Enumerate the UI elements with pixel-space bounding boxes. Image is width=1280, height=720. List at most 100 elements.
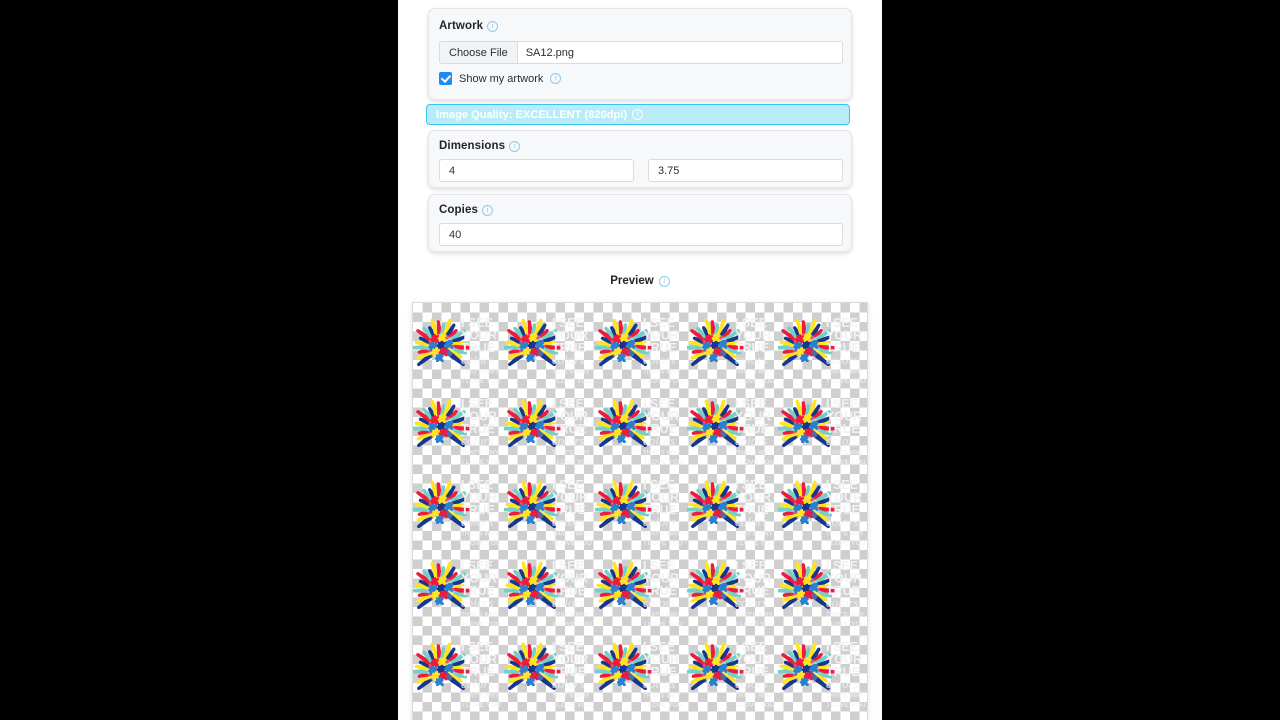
page-content: Artwork Choose File SA12.png Show my art… [398, 0, 882, 720]
artwork-tile: I SEEYOURTRUEcolorsTHAT'S WHYI LOVE YOU [413, 469, 504, 550]
artwork-panel: Artwork Choose File SA12.png Show my art… [428, 8, 852, 100]
dimension-width-input[interactable]: 4 [439, 159, 634, 182]
svg-text:THAT'S WHY: THAT'S WHY [826, 530, 865, 537]
svg-text:I LOVE YOU: I LOVE YOU [827, 378, 866, 385]
letterbox-left [0, 0, 398, 720]
info-icon[interactable] [481, 204, 493, 216]
svg-text:THAT'S WHY: THAT'S WHY [461, 530, 500, 537]
artwork-file-input[interactable]: Choose File SA12.png [439, 41, 843, 64]
svg-text:THAT'S WHY: THAT'S WHY [461, 611, 500, 618]
copies-panel: Copies 40 [428, 194, 852, 252]
artwork-tile: I SEEYOURTRUEcolorsTHAT'S WHYI LOVE YOU [686, 631, 778, 712]
artwork-tile: I SEEYOURTRUEcolorsTHAT'S WHYI LOVE YOU [778, 712, 867, 720]
svg-text:THAT'S WHY: THAT'S WHY [826, 611, 865, 618]
svg-text:I LOVE YOU: I LOVE YOU [644, 702, 683, 709]
preview-canvas[interactable]: I SEE YOUR TRUE colors THAT'S WHY I LOVE YOU I… [412, 302, 868, 720]
screen: Artwork Choose File SA12.png Show my art… [0, 0, 1280, 720]
show-artwork-label: Show my artwork [459, 72, 544, 85]
dimensions-title: Dimensions [439, 140, 506, 152]
svg-text:THAT'S WHY: THAT'S WHY [461, 368, 500, 375]
svg-text:THAT'S WHY: THAT'S WHY [826, 449, 865, 456]
artwork-tile: I SEEYOURTRUEcolorsTHAT'S WHYI LOVE YOU [413, 388, 504, 469]
svg-text:I LOVE YOU: I LOVE YOU [462, 378, 501, 385]
copies-title: Copies [439, 204, 478, 216]
svg-text:colors: colors [643, 433, 675, 448]
svg-text:THAT'S WHY: THAT'S WHY [643, 449, 682, 456]
svg-text:THAT'S WHY: THAT'S WHY [826, 692, 865, 699]
info-icon[interactable] [658, 275, 670, 287]
artwork-tile: I SEEYOURTRUEcolorsTHAT'S WHYI LOVE YOU [686, 550, 778, 631]
artwork-tile: I SEEYOURTRUEcolorsTHAT'S WHYI LOVE YOU [777, 550, 867, 631]
svg-text:THAT'S WHY: THAT'S WHY [552, 368, 591, 375]
svg-text:THAT'S WHY: THAT'S WHY [643, 611, 682, 618]
artwork-tile: I SEEYOURTRUEcolorsTHAT'S WHYI LOVE YOU [413, 712, 504, 720]
svg-text:THAT'S WHY: THAT'S WHY [643, 530, 682, 537]
artwork-tile: I SEEYOURTRUEcolorsTHAT'S WHYI LOVE YOU [686, 469, 778, 550]
svg-text:I LOVE YOU: I LOVE YOU [644, 459, 683, 466]
svg-text:THAT'S WHY: THAT'S WHY [735, 611, 774, 618]
dimensions-panel: Dimensions 4 3.75 [428, 130, 852, 188]
artwork-title: Artwork [439, 20, 484, 32]
svg-text:colors: colors [552, 595, 584, 610]
svg-text:I LOVE YOU: I LOVE YOU [553, 540, 592, 547]
svg-text:colors: colors [826, 676, 858, 691]
info-icon[interactable] [632, 109, 644, 120]
show-artwork-checkbox[interactable] [439, 72, 452, 85]
artwork-tile: I SEEYOURTRUEcolorsTHAT'S WHYI LOVE YOU [413, 307, 504, 388]
artwork-tile: I SEEYOURTRUEcolorsTHAT'S WHYI LOVE YOU [504, 469, 595, 550]
svg-text:colors: colors [826, 514, 858, 529]
artwork-tile: I SEEYOURTRUEcolorsTHAT'S WHYI LOVE YOU [504, 631, 595, 712]
svg-text:colors: colors [461, 514, 493, 529]
svg-text:colors: colors [643, 676, 675, 691]
artwork-tile: I SEEYOURTRUEcolorsTHAT'S WHYI LOVE YOU [504, 307, 595, 388]
svg-text:colors: colors [552, 676, 584, 691]
svg-text:I LOVE YOU: I LOVE YOU [736, 702, 775, 709]
svg-text:I LOVE YOU: I LOVE YOU [644, 621, 683, 628]
file-name-value: SA12.png [525, 46, 575, 59]
svg-text:I LOVE YOU: I LOVE YOU [644, 378, 683, 385]
svg-text:THAT'S WHY: THAT'S WHY [461, 449, 500, 456]
artwork-tile: I SEEYOURTRUEcolorsTHAT'S WHYI LOVE YOU [504, 550, 595, 631]
svg-text:THAT'S WHY: THAT'S WHY [552, 530, 591, 537]
artwork-tile: I SEEYOURTRUEcolorsTHAT'S WHYI LOVE YOU [595, 469, 686, 550]
artwork-title-row: Artwork [439, 20, 499, 32]
svg-text:colors: colors [552, 352, 584, 367]
svg-text:I LOVE YOU: I LOVE YOU [827, 540, 866, 547]
svg-text:THAT'S WHY: THAT'S WHY [461, 692, 500, 699]
copies-input[interactable]: 40 [439, 223, 843, 246]
show-artwork-row[interactable]: Show my artwork [439, 72, 562, 85]
artwork-tile: I SEEYOURTRUEcolorsTHAT'S WHYI LOVE YOU [504, 388, 595, 469]
svg-text:THAT'S WHY: THAT'S WHY [643, 368, 682, 375]
svg-text:colors: colors [735, 514, 767, 529]
artwork-tile: I SEEYOURTRUEcolorsTHAT'S WHYI LOVE YOU [413, 550, 504, 631]
svg-text:colors: colors [461, 595, 493, 610]
artwork-tile: I SEEYOURTRUEcolorsTHAT'S WHYI LOVE YOU [595, 712, 686, 720]
artwork-tile: I SEEYOURTRUEcolorsTHAT'S WHYI LOVE YOU [777, 631, 867, 712]
svg-text:I LOVE YOU: I LOVE YOU [736, 459, 775, 466]
svg-text:colors: colors [826, 433, 858, 448]
artwork-tile: I SEEYOURTRUEcolorsTHAT'S WHYI LOVE YOU [413, 631, 504, 712]
artwork-tile: I SEEYOURTRUEcolorsTHAT'S WHYI LOVE YOU [504, 712, 595, 720]
svg-text:I LOVE YOU: I LOVE YOU [827, 702, 866, 709]
svg-text:THAT'S WHY: THAT'S WHY [826, 368, 865, 375]
svg-text:THAT'S WHY: THAT'S WHY [735, 530, 774, 537]
svg-text:colors: colors [826, 352, 858, 367]
dimension-height-input[interactable]: 3.75 [648, 159, 843, 182]
info-icon[interactable] [509, 140, 521, 152]
info-icon[interactable] [487, 20, 499, 32]
svg-text:I LOVE YOU: I LOVE YOU [462, 540, 501, 547]
svg-text:colors: colors [735, 676, 767, 691]
svg-text:colors: colors [461, 433, 493, 448]
svg-text:colors: colors [735, 352, 767, 367]
dimensions-title-row: Dimensions [439, 140, 521, 152]
svg-text:THAT'S WHY: THAT'S WHY [735, 692, 774, 699]
artwork-tile-grid: I SEE YOUR TRUE colors THAT'S WHY I LOVE YOU I… [413, 307, 867, 720]
svg-text:I LOVE YOU: I LOVE YOU [462, 702, 501, 709]
svg-text:colors: colors [643, 514, 675, 529]
svg-text:I LOVE YOU: I LOVE YOU [553, 621, 592, 628]
svg-text:THAT'S WHY: THAT'S WHY [552, 692, 591, 699]
copies-title-row: Copies [439, 204, 493, 216]
svg-text:colors: colors [826, 595, 858, 610]
choose-file-button[interactable]: Choose File [440, 42, 518, 63]
info-icon[interactable] [550, 73, 562, 84]
